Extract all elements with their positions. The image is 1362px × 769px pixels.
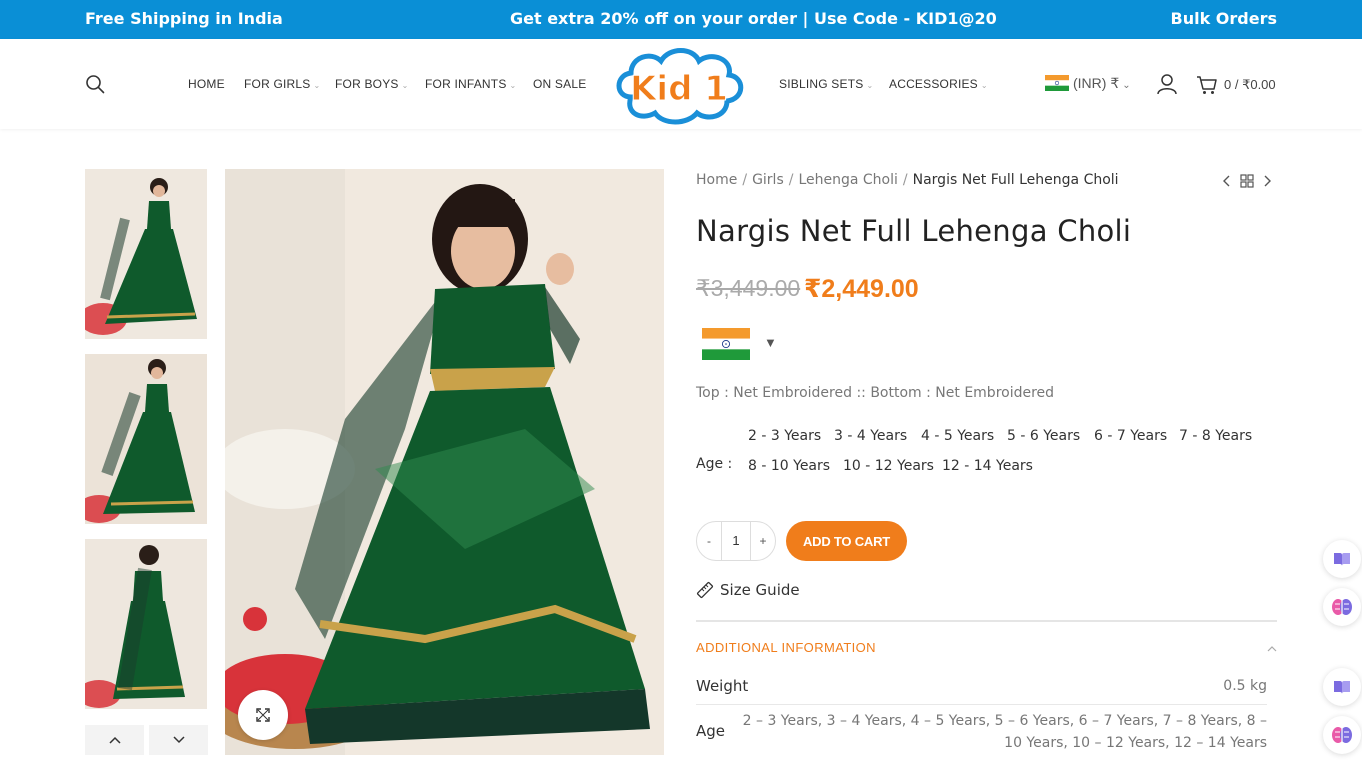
- book-icon: [1334, 681, 1350, 694]
- nav-home-label: HOME: [188, 77, 225, 91]
- nav-for-girls[interactable]: FOR GIRLS ⌄: [244, 77, 320, 91]
- india-flag-icon: [1045, 75, 1069, 91]
- attribute-divider: [696, 704, 1267, 705]
- discount-code-text: Get extra 20% off on your order | Use Co…: [510, 9, 997, 28]
- breadcrumb: Home / Girls / Lehenga Choli / Nargis Net Full…: [696, 172, 1119, 188]
- currency-switcher[interactable]: (INR) ₹ ⌄: [1045, 75, 1131, 92]
- age-attribute-label: Age: [696, 722, 726, 740]
- thumbnail-image: [85, 539, 207, 709]
- nav-on-sale[interactable]: ON SALE: [533, 77, 586, 91]
- nav-for-girls-label: FOR GIRLS: [244, 77, 311, 91]
- product-thumbnail-3[interactable]: [85, 539, 207, 709]
- caret-down-icon[interactable]: ▼: [764, 335, 777, 350]
- age-option[interactable]: 10 - 12 Years: [843, 458, 934, 474]
- chevron-down-icon: ⌄: [401, 81, 409, 90]
- grid-icon[interactable]: [1239, 172, 1255, 190]
- chevron-down-icon: ⌄: [313, 81, 321, 90]
- age-option[interactable]: 3 - 4 Years: [834, 428, 907, 444]
- quantity-stepper: - 1 +: [696, 521, 776, 561]
- section-divider: [696, 620, 1277, 622]
- product-photo: [225, 169, 664, 755]
- quantity-decrease-button[interactable]: -: [697, 534, 721, 548]
- age-option[interactable]: 4 - 5 Years: [921, 428, 994, 444]
- thumbnail-image: [85, 169, 207, 339]
- nav-for-boys[interactable]: FOR BOYS ⌄: [335, 77, 409, 91]
- kid1-logo[interactable]: Kid 1: [611, 45, 747, 125]
- ai-widget-button[interactable]: [1323, 716, 1361, 754]
- promo-bar: Free Shipping in India Get extra 20% off…: [0, 0, 1362, 39]
- product-thumbnail-2[interactable]: [85, 354, 207, 524]
- age-option[interactable]: 7 - 8 Years: [1179, 428, 1252, 444]
- age-option[interactable]: 2 - 3 Years: [748, 428, 821, 444]
- logo-text: Kid 1: [630, 69, 728, 109]
- ai-widget-button[interactable]: [1323, 588, 1361, 626]
- additional-information-tab[interactable]: ADDITIONAL INFORMATION: [696, 640, 876, 655]
- breadcrumb-lehenga-choli[interactable]: Lehenga Choli: [798, 172, 897, 188]
- reader-widget-button[interactable]: [1323, 668, 1361, 706]
- material-description: Top : Net Embroidered :: Bottom : Net Em…: [696, 385, 1055, 401]
- original-price: ₹3,449.00: [696, 275, 801, 301]
- search-icon[interactable]: [85, 74, 105, 94]
- chevron-up-icon: [108, 736, 121, 744]
- user-icon[interactable]: [1156, 73, 1178, 95]
- nav-sibling-sets-label: SIBLING SETS: [779, 77, 864, 91]
- chevron-down-icon: ⌄: [1122, 80, 1131, 91]
- book-icon: [1334, 553, 1350, 566]
- breadcrumb-separator: /: [902, 172, 908, 188]
- nav-home[interactable]: HOME: [188, 77, 225, 91]
- main-product-image[interactable]: [225, 169, 664, 755]
- chevron-down-icon: [172, 736, 185, 744]
- country-flag-selector[interactable]: [702, 328, 750, 360]
- cart-icon[interactable]: [1196, 74, 1218, 96]
- size-guide-link[interactable]: Size Guide: [696, 581, 800, 599]
- weight-value: 0.5 kg: [1223, 678, 1267, 694]
- chevron-down-icon: ⌄: [980, 81, 988, 90]
- breadcrumb-separator: /: [788, 172, 794, 188]
- breadcrumb-current: Nargis Net Full Lehenga Choli: [912, 172, 1119, 188]
- product-title: Nargis Net Full Lehenga Choli: [696, 214, 1132, 248]
- age-option[interactable]: 6 - 7 Years: [1094, 428, 1167, 444]
- quantity-increase-button[interactable]: +: [751, 534, 775, 548]
- age-option[interactable]: 5 - 6 Years: [1007, 428, 1080, 444]
- sale-price: ₹2,449.00: [804, 275, 919, 303]
- nav-accessories[interactable]: ACCESSORIES ⌄: [889, 77, 988, 91]
- free-shipping-text: Free Shipping in India: [85, 9, 283, 28]
- product-thumbnail-1[interactable]: [85, 169, 207, 339]
- site-header: HOME FOR GIRLS ⌄ FOR BOYS ⌄ FOR INFANTS ⌄ O…: [0, 39, 1362, 129]
- breadcrumb-separator: /: [742, 172, 748, 188]
- reader-widget-button[interactable]: [1323, 540, 1361, 578]
- age-option[interactable]: 12 - 14 Years: [942, 458, 1033, 474]
- age-label: Age :: [696, 456, 733, 472]
- expand-icon: [256, 708, 270, 722]
- breadcrumb-home[interactable]: Home: [696, 172, 737, 188]
- quantity-input[interactable]: 1: [721, 522, 751, 560]
- chevron-down-icon: ⌄: [509, 81, 517, 90]
- nav-on-sale-label: ON SALE: [533, 77, 587, 91]
- add-to-cart-button[interactable]: ADD TO CART: [786, 521, 907, 561]
- brain-icon: [1332, 727, 1352, 743]
- chevron-down-icon: ⌄: [866, 81, 874, 90]
- age-attribute-value: 2 – 3 Years, 3 – 4 Years, 4 – 5 Years, 5…: [742, 713, 1267, 751]
- chevron-left-icon[interactable]: [1219, 172, 1235, 190]
- nav-sibling-sets[interactable]: SIBLING SETS ⌄: [779, 77, 873, 91]
- chevron-up-icon[interactable]: [1266, 644, 1278, 654]
- breadcrumb-girls[interactable]: Girls: [752, 172, 784, 188]
- ruler-icon: [696, 581, 714, 599]
- weight-label: Weight: [696, 677, 749, 695]
- currency-label: (INR) ₹: [1073, 75, 1120, 91]
- thumbnail-image: [85, 354, 207, 524]
- nav-for-infants[interactable]: FOR INFANTS ⌄: [425, 77, 516, 91]
- nav-for-infants-label: FOR INFANTS: [425, 77, 507, 91]
- nav-accessories-label: ACCESSORIES: [889, 77, 978, 91]
- bulk-orders-link[interactable]: Bulk Orders: [1171, 9, 1278, 28]
- cart-summary[interactable]: 0 / ₹0.00: [1224, 77, 1276, 93]
- thumbnails-next-button[interactable]: [149, 725, 208, 755]
- age-option[interactable]: 8 - 10 Years: [748, 458, 830, 474]
- chevron-right-icon[interactable]: [1259, 172, 1275, 190]
- thumbnails-prev-button[interactable]: [85, 725, 144, 755]
- zoom-button[interactable]: [238, 690, 288, 740]
- size-guide-label: Size Guide: [720, 581, 800, 599]
- nav-for-boys-label: FOR BOYS: [335, 77, 399, 91]
- brain-icon: [1332, 599, 1352, 615]
